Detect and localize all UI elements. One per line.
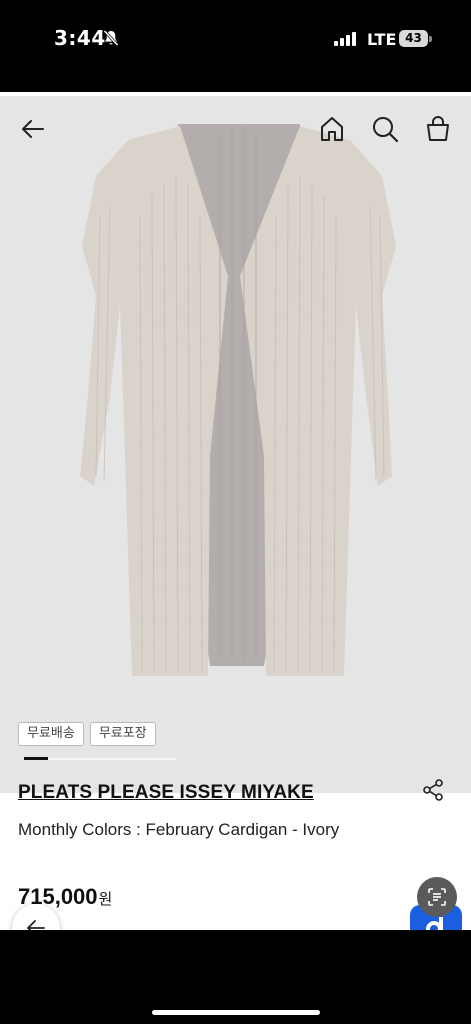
product-page: 무료배송 무료포장 PLEATS PLEASE ISSEY MIYAKE Mon… xyxy=(0,92,471,930)
cardigan-image xyxy=(80,124,396,676)
scan-text-icon xyxy=(428,888,446,906)
product-title: Monthly Colors : February Cardigan - Ivo… xyxy=(18,820,340,839)
status-bar: 3:44 LTE 43 xyxy=(0,0,471,92)
home-indicator[interactable] xyxy=(152,1010,320,1015)
network-label: LTE xyxy=(367,30,397,49)
scan-text-button[interactable] xyxy=(417,877,457,917)
brand-name-link[interactable]: PLEATS PLEASE ISSEY MIYAKE xyxy=(18,782,314,804)
bell-slash-icon xyxy=(103,29,119,47)
back-arrow-icon xyxy=(27,920,45,930)
share-icon[interactable] xyxy=(421,778,445,802)
carousel-indicator-thumb xyxy=(24,757,49,760)
chat-icon xyxy=(426,917,443,930)
shopping-bag-icon[interactable] xyxy=(423,114,453,144)
benefit-tags: 무료배송 무료포장 xyxy=(18,722,156,746)
tag-free-shipping: 무료배송 xyxy=(18,722,84,746)
battery-level: 43 xyxy=(405,31,422,45)
tag-free-wrapping: 무료포장 xyxy=(89,722,156,746)
arrow-left-icon[interactable] xyxy=(18,114,48,144)
carousel-indicator xyxy=(24,757,176,760)
search-icon[interactable] xyxy=(370,114,400,144)
price-currency: 원 xyxy=(98,890,113,908)
status-time: 3:44 xyxy=(54,26,106,50)
bottom-bar xyxy=(0,930,471,1024)
signal-icon xyxy=(334,32,356,46)
home-icon[interactable] xyxy=(317,114,347,144)
product-image[interactable] xyxy=(0,96,471,793)
battery-icon: 43 xyxy=(399,30,432,47)
